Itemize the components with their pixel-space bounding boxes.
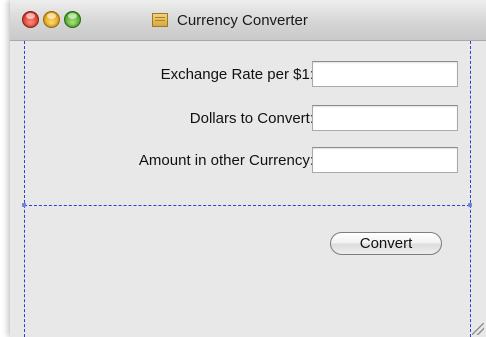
zoom-button[interactable] — [64, 11, 81, 28]
close-button[interactable] — [22, 11, 39, 28]
exchange-rate-row: Exchange Rate per $1: — [10, 61, 486, 89]
currency-converter-window: Currency Converter Exchange Rate per $1:… — [10, 0, 486, 337]
amount-label: Amount in other Currency: — [138, 152, 314, 169]
guide-handle-right — [468, 203, 472, 207]
window-title: Currency Converter — [152, 11, 308, 29]
dollars-row: Dollars to Convert: — [10, 105, 486, 133]
guide-handle-left — [22, 203, 26, 207]
exchange-rate-label: Exchange Rate per $1: — [160, 66, 314, 83]
resize-grip-icon[interactable] — [472, 323, 484, 335]
exchange-rate-input[interactable] — [312, 61, 458, 87]
window-content: Exchange Rate per $1: Dollars to Convert… — [10, 41, 486, 337]
amount-input[interactable] — [312, 147, 458, 173]
minimize-button[interactable] — [43, 11, 60, 28]
window-title-text: Currency Converter — [177, 11, 308, 29]
guide-divider — [24, 205, 470, 206]
convert-button[interactable]: Convert — [330, 232, 442, 255]
title-bar[interactable]: Currency Converter — [10, 0, 486, 41]
document-icon — [152, 13, 168, 27]
amount-row: Amount in other Currency: — [10, 147, 486, 175]
dollars-label: Dollars to Convert: — [189, 110, 314, 127]
dollars-input[interactable] — [312, 105, 458, 131]
